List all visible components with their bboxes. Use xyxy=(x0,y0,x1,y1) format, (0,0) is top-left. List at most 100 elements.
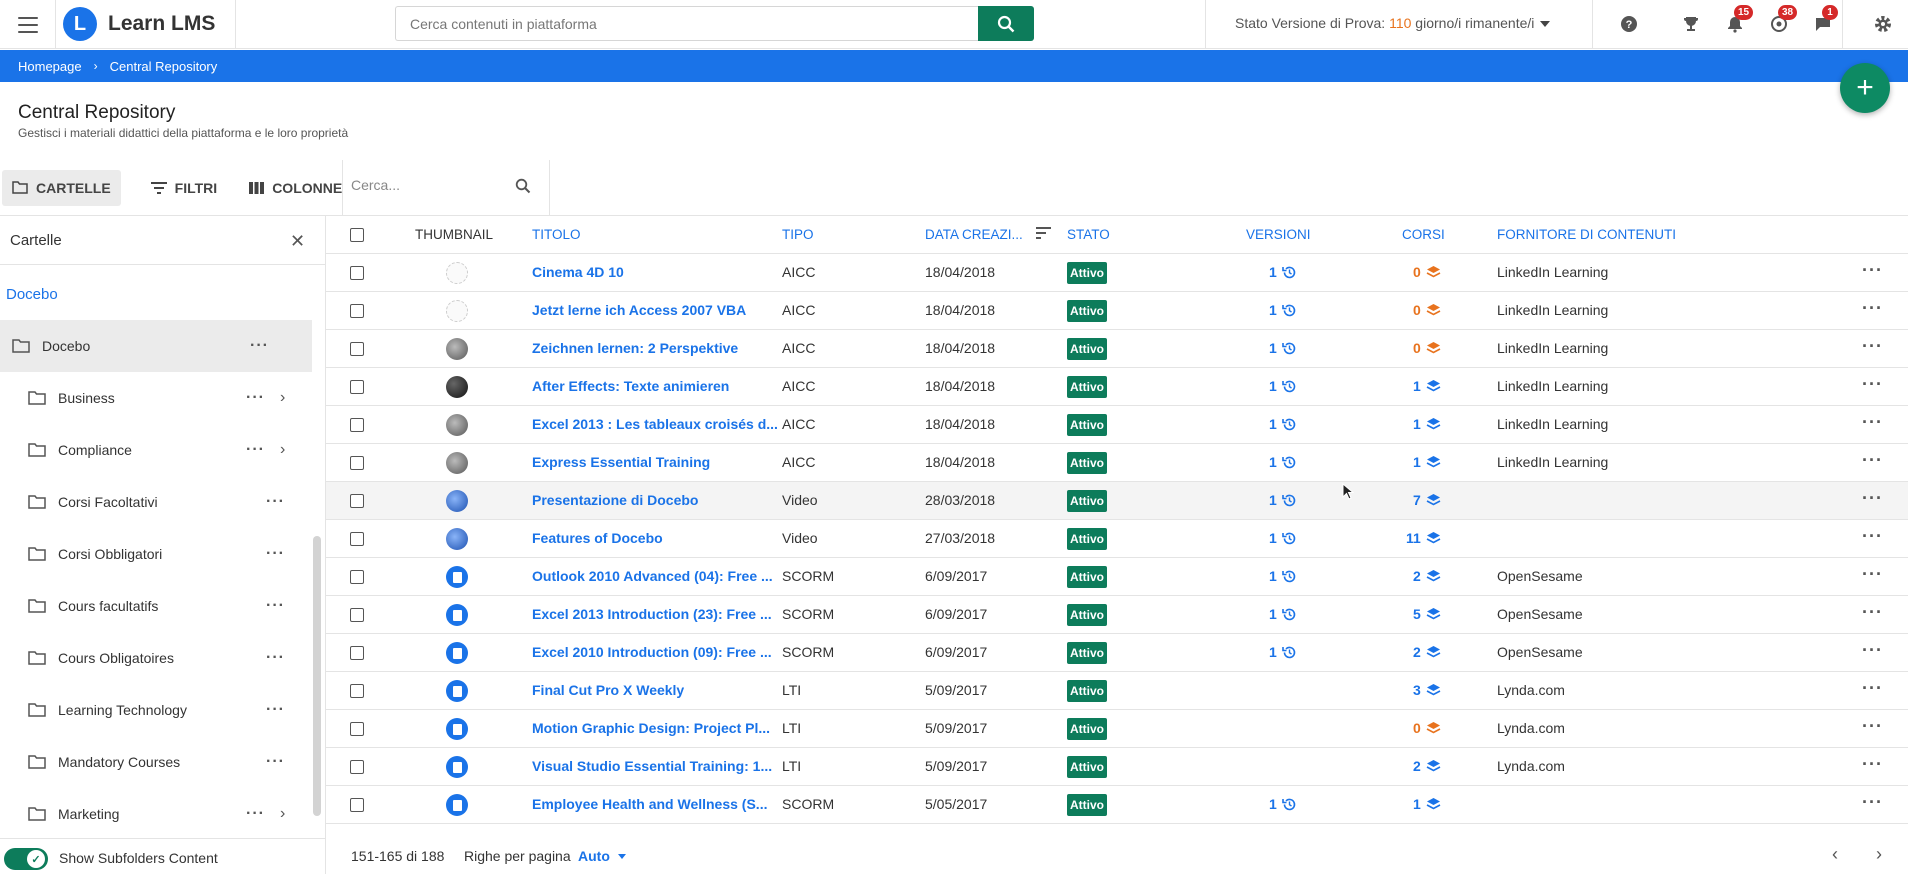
app-logo[interactable]: L xyxy=(63,7,97,41)
chat-icon[interactable]: 1 xyxy=(1812,5,1838,35)
more-options-icon[interactable]: ··· xyxy=(266,597,285,615)
sidebar-folder-item[interactable]: Cours facultatifs ··· xyxy=(0,580,312,632)
subfolders-toggle[interactable]: ✓ xyxy=(4,848,48,870)
row-title-link[interactable]: Outlook 2010 Advanced (04): Free ... xyxy=(532,568,773,584)
row-courses[interactable]: 1 xyxy=(1413,454,1441,470)
select-all-checkbox[interactable] xyxy=(350,228,364,242)
table-row[interactable]: Features of Docebo Video 27/03/2018 Attivo 1… xyxy=(326,520,1908,558)
table-row[interactable]: Zeichnen lernen: 2 Perspektive AICC 18/04/… xyxy=(326,330,1908,368)
hamburger-menu-icon[interactable] xyxy=(14,13,42,37)
row-versions[interactable]: 1 xyxy=(1269,416,1297,432)
table-row[interactable]: Excel 2013 Introduction (23): Free ... SC… xyxy=(326,596,1908,634)
more-options-icon[interactable]: ··· xyxy=(266,753,285,771)
breadcrumb-home-link[interactable]: Homepage xyxy=(18,59,82,74)
help-icon[interactable]: ? xyxy=(1618,13,1640,35)
chevron-right-icon[interactable]: › xyxy=(280,389,285,407)
app-name[interactable]: Learn LMS xyxy=(108,12,215,36)
row-checkbox[interactable] xyxy=(350,418,364,432)
row-checkbox[interactable] xyxy=(350,380,364,394)
col-versions[interactable]: VERSIONI xyxy=(1246,227,1311,242)
row-checkbox[interactable] xyxy=(350,798,364,812)
sidebar-scrollbar[interactable] xyxy=(313,536,321,816)
col-courses[interactable]: CORSI xyxy=(1402,227,1445,242)
table-row[interactable]: Jetzt lerne ich Access 2007 VBA AICC 18/04… xyxy=(326,292,1908,330)
row-versions[interactable]: 1 xyxy=(1269,606,1297,622)
table-search-input[interactable] xyxy=(351,177,501,193)
sidebar-folder-item[interactable]: Business ··· › xyxy=(0,372,312,424)
row-checkbox[interactable] xyxy=(350,646,364,660)
row-versions[interactable]: 1 xyxy=(1269,796,1297,812)
row-more-options-icon[interactable]: ··· xyxy=(1862,792,1883,813)
row-title-link[interactable]: Jetzt lerne ich Access 2007 VBA xyxy=(532,302,746,318)
row-title-link[interactable]: Excel 2010 Introduction (09): Free ... xyxy=(532,644,772,660)
settings-gear-icon[interactable] xyxy=(1872,13,1894,35)
row-title-link[interactable]: Cinema 4D 10 xyxy=(532,264,624,280)
row-title-link[interactable]: Visual Studio Essential Training: 1... xyxy=(532,758,772,774)
row-courses[interactable]: 1 xyxy=(1413,416,1441,432)
row-checkbox[interactable] xyxy=(350,608,364,622)
more-options-icon[interactable]: ··· xyxy=(266,545,285,563)
filters-button[interactable]: FILTRI xyxy=(141,170,228,206)
table-row[interactable]: Excel 2013 : Les tableaux croisés d... AI… xyxy=(326,406,1908,444)
row-more-options-icon[interactable]: ··· xyxy=(1862,754,1883,775)
more-options-icon[interactable]: ··· xyxy=(250,337,269,355)
sidebar-folder-item[interactable]: Compliance ··· › xyxy=(0,424,312,476)
messages-icon[interactable]: 38 xyxy=(1768,5,1798,35)
col-status[interactable]: STATO xyxy=(1067,227,1110,242)
row-checkbox[interactable] xyxy=(350,342,364,356)
trial-status-dropdown[interactable]: Stato Versione di Prova: 110 giorno/i ri… xyxy=(1235,15,1551,31)
more-options-icon[interactable]: ··· xyxy=(246,805,265,823)
sidebar-folder-item[interactable]: Corsi Obbligatori ··· xyxy=(0,528,312,580)
sidebar-folder-item[interactable]: Learning Technology ··· xyxy=(0,684,312,736)
table-row[interactable]: Motion Graphic Design: Project Pl... LTI 5… xyxy=(326,710,1908,748)
row-more-options-icon[interactable]: ··· xyxy=(1862,260,1883,281)
row-courses[interactable]: 0 xyxy=(1413,302,1441,318)
row-title-link[interactable]: Motion Graphic Design: Project Pl... xyxy=(532,720,770,736)
row-checkbox[interactable] xyxy=(350,304,364,318)
search-icon[interactable] xyxy=(515,178,531,194)
row-courses[interactable]: 0 xyxy=(1413,264,1441,280)
table-row[interactable]: Employee Health and Wellness (S... SCORM 5… xyxy=(326,786,1908,824)
caret-down-icon[interactable] xyxy=(618,854,626,859)
col-title[interactable]: TITOLO xyxy=(532,227,581,242)
row-checkbox[interactable] xyxy=(350,760,364,774)
row-title-link[interactable]: After Effects: Texte animieren xyxy=(532,378,729,394)
row-versions[interactable]: 1 xyxy=(1269,454,1297,470)
sidebar-folder-item[interactable]: Cours Obligatoires ··· xyxy=(0,632,312,684)
row-title-link[interactable]: Final Cut Pro X Weekly xyxy=(532,682,684,698)
row-more-options-icon[interactable]: ··· xyxy=(1862,450,1883,471)
columns-button[interactable]: COLONNE xyxy=(239,170,352,206)
rows-per-page-select[interactable]: Auto xyxy=(578,848,610,864)
chevron-right-icon[interactable]: › xyxy=(280,805,285,823)
row-more-options-icon[interactable]: ··· xyxy=(1862,336,1883,357)
row-courses[interactable]: 0 xyxy=(1413,340,1441,356)
row-title-link[interactable]: Zeichnen lernen: 2 Perspektive xyxy=(532,340,738,356)
row-more-options-icon[interactable]: ··· xyxy=(1862,412,1883,433)
table-row[interactable]: Outlook 2010 Advanced (04): Free ... SCOR… xyxy=(326,558,1908,596)
sidebar-folder-item[interactable]: Docebo ··· xyxy=(0,320,312,372)
row-checkbox[interactable] xyxy=(350,570,364,584)
table-row[interactable]: After Effects: Texte animieren AICC 18/04/… xyxy=(326,368,1908,406)
more-options-icon[interactable]: ··· xyxy=(246,389,265,407)
row-courses[interactable]: 3 xyxy=(1413,682,1441,698)
more-options-icon[interactable]: ··· xyxy=(266,493,285,511)
row-courses[interactable]: 11 xyxy=(1406,530,1441,546)
sidebar-folder-item[interactable]: Mandatory Courses ··· xyxy=(0,736,312,788)
sort-icon[interactable] xyxy=(1036,226,1052,240)
chevron-right-icon[interactable]: › xyxy=(1876,844,1882,865)
row-title-link[interactable]: Excel 2013 Introduction (23): Free ... xyxy=(532,606,772,622)
row-versions[interactable]: 1 xyxy=(1269,568,1297,584)
row-title-link[interactable]: Excel 2013 : Les tableaux croisés d... xyxy=(532,416,778,432)
row-courses[interactable]: 7 xyxy=(1413,492,1441,508)
row-title-link[interactable]: Features of Docebo xyxy=(532,530,663,546)
table-row[interactable]: Express Essential Training AICC 18/04/2018… xyxy=(326,444,1908,482)
global-search-button[interactable] xyxy=(978,6,1034,41)
more-options-icon[interactable]: ··· xyxy=(266,701,285,719)
trophy-icon[interactable] xyxy=(1680,13,1702,35)
row-title-link[interactable]: Express Essential Training xyxy=(532,454,710,470)
more-options-icon[interactable]: ··· xyxy=(266,649,285,667)
col-date[interactable]: DATA CREAZI... xyxy=(925,227,1023,242)
row-more-options-icon[interactable]: ··· xyxy=(1862,716,1883,737)
row-courses[interactable]: 0 xyxy=(1413,720,1441,736)
row-courses[interactable]: 2 xyxy=(1413,758,1441,774)
